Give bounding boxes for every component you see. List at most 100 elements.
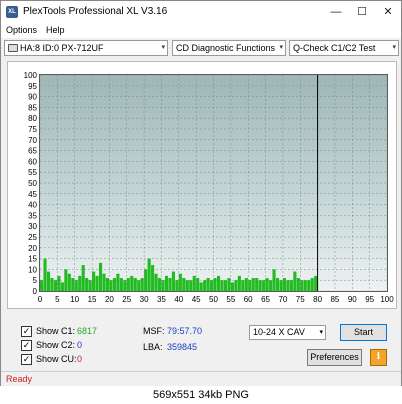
close-button[interactable]: ✕	[375, 1, 401, 23]
c1-bar	[161, 280, 165, 291]
c1-bar	[126, 278, 130, 291]
c1-bar	[262, 280, 266, 291]
c1-bar	[199, 282, 203, 291]
y-tick-label: 85	[28, 103, 37, 112]
y-tick-label: 90	[28, 93, 37, 102]
y-tick-label: 5	[33, 276, 38, 285]
c1-bar	[227, 278, 231, 291]
c1-bar	[251, 278, 255, 291]
msf-value: 79:57.70	[167, 326, 203, 336]
c1-bar	[258, 280, 262, 291]
c1-bar	[296, 278, 300, 291]
c1-bar	[182, 278, 186, 291]
cu-count: 0	[77, 354, 83, 364]
x-tick-label: 90	[348, 295, 357, 304]
c1-bar	[300, 280, 304, 291]
c1-bar	[189, 280, 193, 291]
info-icon[interactable]: i	[370, 349, 387, 366]
control-panel: ✓ Show C1: 6817 ✓ Show C2: 0 ✓ Show CU: …	[1, 319, 401, 369]
c1-bar	[286, 280, 290, 291]
c1-bar	[275, 278, 280, 291]
c1-bar	[81, 265, 85, 291]
c1-bar	[119, 278, 123, 291]
test-select-value: Q-Check C1/C2 Test	[293, 43, 376, 53]
y-tick-label: 50	[28, 179, 37, 188]
c1-bar	[88, 280, 92, 291]
c1-bar	[43, 258, 47, 291]
x-tick-label: 45	[192, 295, 201, 304]
c1-bar	[53, 280, 58, 291]
show-c1-label: Show C1:	[36, 326, 76, 336]
preferences-button[interactable]: Preferences	[307, 349, 362, 366]
y-tick-label: 75	[28, 125, 37, 134]
c1-bar	[237, 275, 241, 291]
maximize-button[interactable]: ☐	[349, 1, 375, 23]
speed-select[interactable]: 10-24 X CAV ▾	[249, 325, 326, 340]
c1-bar	[223, 280, 228, 291]
x-tick-label: 75	[296, 295, 305, 304]
show-cu-checkbox[interactable]: ✓	[21, 354, 32, 365]
x-tick-label: 10	[70, 295, 79, 304]
c1-bar	[314, 275, 318, 291]
c1-bar	[64, 269, 68, 291]
y-tick-label: 80	[28, 114, 37, 123]
c1-bar	[206, 278, 210, 291]
y-tick-label: 15	[28, 255, 37, 264]
x-tick-label: 70	[278, 295, 287, 304]
c1-bar	[269, 280, 273, 291]
x-tick-label: 100	[380, 295, 394, 304]
x-tick-label: 85	[330, 295, 339, 304]
msf-label: MSF:	[143, 326, 165, 336]
c1-bar	[140, 278, 144, 291]
c1-bar	[265, 278, 269, 291]
c1-bar	[185, 280, 189, 291]
show-cu-label: Show CU:	[36, 354, 77, 364]
status-bar: Ready	[1, 371, 401, 386]
app-logo-icon: XL	[6, 6, 18, 18]
c1-bar	[248, 280, 252, 291]
speed-select-value: 10-24 X CAV	[253, 327, 305, 337]
drive-select[interactable]: HA:8 ID:0 PX-712UF ▾	[4, 40, 168, 56]
y-tick-label: 30	[28, 222, 37, 231]
c1-bar	[60, 282, 64, 291]
y-tick-label: 35	[28, 211, 37, 220]
title-bar: XL PlexTools Professional XL V3.16 — ☐ ✕	[1, 1, 401, 23]
y-tick-label: 40	[28, 201, 37, 210]
c1-bar	[123, 280, 127, 291]
c1-bar	[293, 271, 297, 291]
status-text: Ready	[6, 374, 33, 384]
c1-bar	[244, 278, 248, 291]
c1-count: 6817	[77, 326, 98, 336]
window-title: PlexTools Professional XL V3.16	[23, 6, 168, 17]
menu-help[interactable]: Help	[46, 25, 65, 35]
y-tick-label: 100	[24, 71, 38, 80]
c1-bar	[255, 278, 259, 291]
menu-bar: Options Help	[1, 23, 401, 38]
c1-bar	[241, 280, 245, 291]
y-tick-label: 60	[28, 157, 37, 166]
c1-bar	[147, 258, 151, 291]
c1-bar	[203, 280, 207, 291]
x-tick-label: 95	[365, 295, 374, 304]
c1-bar	[234, 280, 238, 291]
minimize-button[interactable]: —	[323, 1, 349, 23]
x-tick-label: 5	[55, 295, 60, 304]
drive-select-value: HA:8 ID:0 PX-712UF	[20, 43, 104, 53]
function-select[interactable]: CD Diagnostic Functions ▾	[172, 40, 286, 56]
x-tick-label: 20	[105, 295, 114, 304]
x-tick-label: 55	[226, 295, 235, 304]
menu-options[interactable]: Options	[6, 25, 37, 35]
c2-count: 0	[77, 340, 83, 350]
c1-bar	[71, 278, 75, 291]
c1-bar	[95, 275, 99, 291]
c1-bar	[109, 280, 113, 291]
show-c1-checkbox[interactable]: ✓	[21, 326, 32, 337]
y-tick-label: 25	[28, 233, 37, 242]
c1-bar	[210, 280, 214, 291]
c1-bar	[307, 280, 311, 291]
x-tick-label: 0	[38, 295, 43, 304]
show-c2-checkbox[interactable]: ✓	[21, 340, 32, 351]
x-tick-label: 80	[313, 295, 322, 304]
test-select[interactable]: Q-Check C1/C2 Test ▾	[289, 40, 399, 56]
start-button[interactable]: Start	[340, 324, 387, 341]
